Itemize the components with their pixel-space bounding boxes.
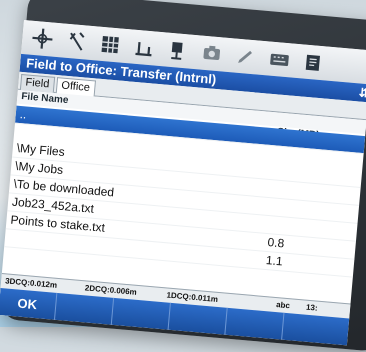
level-icon[interactable]: [131, 35, 157, 61]
softkey-4[interactable]: [168, 302, 228, 335]
ok-button[interactable]: OK: [0, 287, 58, 320]
files-icon[interactable]: [300, 49, 326, 75]
file-name-cell: ..: [19, 107, 28, 122]
softkey-5[interactable]: [225, 307, 285, 340]
crosshair-icon[interactable]: [29, 26, 55, 52]
keyboard-icon[interactable]: [267, 46, 293, 72]
grid-icon[interactable]: [97, 32, 123, 58]
file-size-cell: 0.8: [266, 235, 285, 251]
file-size-cell: 1.1: [265, 253, 284, 269]
softkey-6[interactable]: [282, 313, 348, 345]
instrument-icon[interactable]: [165, 38, 191, 64]
survey-rod-icon[interactable]: [63, 29, 89, 55]
input-mode: abc: [275, 300, 291, 311]
softkey-2[interactable]: [54, 292, 115, 325]
title-controls[interactable]: ⇵: [358, 83, 366, 102]
file-list: .. \My Files \My Jobs \To be downloaded …: [4, 105, 366, 278]
softkey-3[interactable]: [111, 297, 171, 330]
column-header-file-name[interactable]: File Name: [21, 91, 69, 106]
clock: 13:: [305, 302, 318, 313]
pen-icon[interactable]: [233, 43, 259, 69]
controller-screen: Field to Office: Transfer (Intrnl) ⇵ Fie…: [0, 20, 366, 346]
camera-icon[interactable]: [199, 40, 225, 66]
